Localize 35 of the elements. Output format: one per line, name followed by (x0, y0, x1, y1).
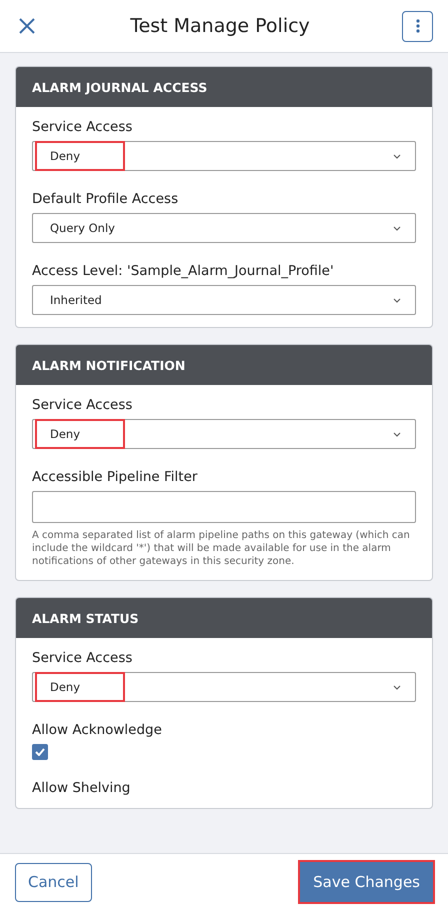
field-label: Service Access (32, 119, 134, 135)
dropdown-value: Deny (35, 141, 125, 171)
field-label: Allow Shelving (32, 780, 132, 796)
dropdown-value: Deny (35, 672, 125, 702)
checkmark-icon (35, 748, 45, 756)
dropdown-field[interactable]: Deny (32, 672, 416, 702)
chevron-down-icon (393, 298, 401, 302)
dropdown-field[interactable]: Deny (32, 419, 416, 449)
dropdown-value: Deny (35, 419, 125, 449)
page-title: Test Manage Policy (130, 15, 310, 37)
field-label: Allow Acknowledge (32, 722, 163, 738)
save-changes-button[interactable]: Save Changes (300, 862, 433, 902)
vertical-dots-icon (416, 19, 420, 33)
section-header: ALARM NOTIFICATION (16, 345, 432, 385)
chevron-down-icon (393, 226, 401, 230)
chevron-down-icon (393, 154, 401, 158)
checkbox[interactable] (32, 744, 48, 760)
dropdown-field[interactable]: Query Only (32, 213, 416, 243)
section-header: ALARM STATUS (16, 598, 432, 638)
field-label: Access Level: 'Sample_Alarm_Journal_Profile' (32, 263, 335, 279)
input-field[interactable] (32, 491, 416, 523)
field-label: Default Profile Access (32, 191, 180, 207)
dropdown-field[interactable]: Deny (32, 141, 416, 171)
field-label: Service Access (32, 397, 134, 413)
chevron-down-icon (393, 432, 401, 436)
dropdown-value: Query Only (49, 220, 116, 237)
section-header: ALARM JOURNAL ACCESS (16, 67, 432, 107)
help-text: A comma separated list of alarm pipeline paths on this gateway (which can include the wildcard '*') that will be made available for use in the alarm notifications of other gateways in this security zone. (32, 529, 411, 568)
dropdown-field[interactable]: Inherited (32, 285, 416, 315)
field-label: Accessible Pipeline Filter (32, 469, 198, 485)
chevron-down-icon (393, 684, 401, 690)
dropdown-value: Inherited (49, 292, 103, 309)
field-label: Service Access (32, 650, 134, 666)
more-options-button[interactable] (402, 10, 433, 42)
cancel-button[interactable]: Cancel (15, 862, 92, 902)
